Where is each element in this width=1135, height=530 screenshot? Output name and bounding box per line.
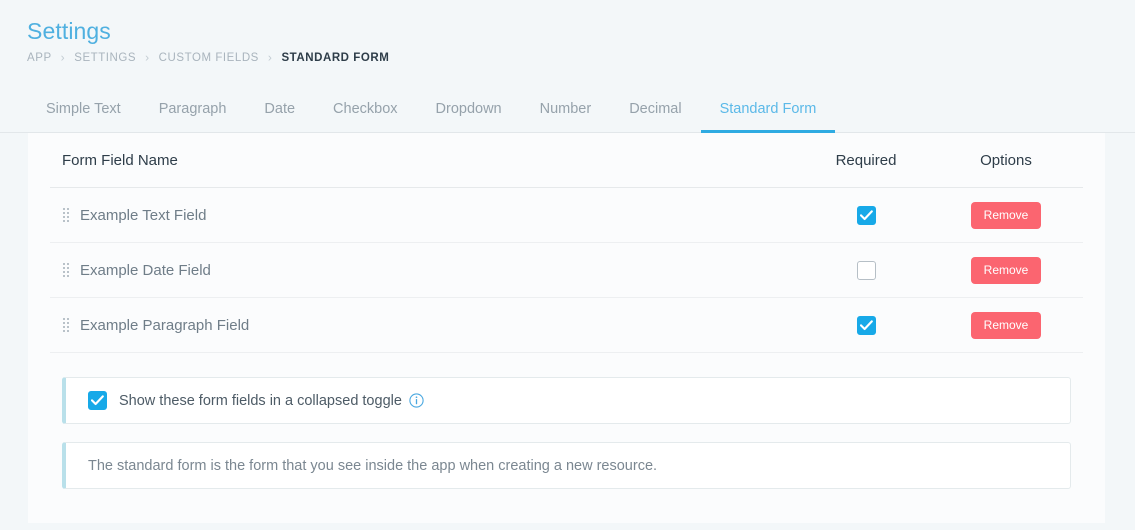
page-title: Settings bbox=[27, 16, 1135, 46]
remove-button[interactable]: Remove bbox=[971, 202, 1042, 229]
drag-handle-icon[interactable] bbox=[62, 318, 70, 333]
column-header-form-field-name: Form Field Name bbox=[62, 152, 178, 169]
remove-button[interactable]: Remove bbox=[971, 257, 1042, 284]
chevron-right-icon: › bbox=[145, 52, 150, 64]
required-checkbox[interactable] bbox=[857, 206, 876, 225]
collapsed-toggle-panel: Show these form fields in a collapsed to… bbox=[62, 377, 1071, 424]
table-row: Example Date Field Remove bbox=[50, 243, 1083, 298]
standard-form-card: Form Field Name Required Options Example… bbox=[28, 133, 1105, 523]
tab-date[interactable]: Date bbox=[245, 89, 314, 133]
collapsed-toggle-label: Show these form fields in a collapsed to… bbox=[119, 391, 402, 411]
standard-form-info-panel: The standard form is the form that you s… bbox=[62, 442, 1071, 489]
tab-decimal[interactable]: Decimal bbox=[610, 89, 700, 133]
drag-handle-icon[interactable] bbox=[62, 263, 70, 278]
drag-handle-icon[interactable] bbox=[62, 208, 70, 223]
remove-button[interactable]: Remove bbox=[971, 312, 1042, 339]
breadcrumb-item-custom-fields[interactable]: CUSTOM FIELDS bbox=[159, 52, 259, 64]
info-circle-icon[interactable] bbox=[409, 393, 424, 408]
checkmark-icon bbox=[860, 210, 873, 221]
tab-simple-text[interactable]: Simple Text bbox=[27, 89, 140, 133]
collapsed-toggle-checkbox[interactable] bbox=[88, 391, 107, 410]
form-fields-table: Form Field Name Required Options Example… bbox=[50, 133, 1083, 353]
info-panel-text: The standard form is the form that you s… bbox=[88, 456, 657, 476]
breadcrumb-item-settings[interactable]: SETTINGS bbox=[74, 52, 136, 64]
column-header-required: Required bbox=[836, 152, 897, 169]
tab-number[interactable]: Number bbox=[521, 89, 611, 133]
checkmark-icon bbox=[91, 395, 104, 406]
form-field-name: Example Text Field bbox=[80, 207, 206, 224]
breadcrumb-item-app[interactable]: APP bbox=[27, 52, 52, 64]
chevron-right-icon: › bbox=[61, 52, 66, 64]
column-header-options: Options bbox=[980, 152, 1032, 169]
tab-paragraph[interactable]: Paragraph bbox=[140, 89, 246, 133]
chevron-right-icon: › bbox=[268, 52, 273, 64]
tab-bar: Simple Text Paragraph Date Checkbox Drop… bbox=[0, 88, 1135, 133]
required-checkbox[interactable] bbox=[857, 261, 876, 280]
breadcrumb-item-standard-form: STANDARD FORM bbox=[281, 52, 389, 64]
tab-dropdown[interactable]: Dropdown bbox=[417, 89, 521, 133]
breadcrumb: APP › SETTINGS › CUSTOM FIELDS › STANDAR… bbox=[27, 49, 1135, 67]
tab-checkbox[interactable]: Checkbox bbox=[314, 89, 416, 133]
table-row: Example Paragraph Field Remove bbox=[50, 298, 1083, 353]
form-field-name: Example Date Field bbox=[80, 262, 211, 279]
checkmark-icon bbox=[860, 320, 873, 331]
table-header-row: Form Field Name Required Options bbox=[50, 133, 1083, 188]
tab-standard-form[interactable]: Standard Form bbox=[701, 89, 836, 133]
page-header: Settings APP › SETTINGS › CUSTOM FIELDS … bbox=[0, 0, 1135, 67]
table-row: Example Text Field Remove bbox=[50, 188, 1083, 243]
form-field-name: Example Paragraph Field bbox=[80, 317, 249, 334]
required-checkbox[interactable] bbox=[857, 316, 876, 335]
